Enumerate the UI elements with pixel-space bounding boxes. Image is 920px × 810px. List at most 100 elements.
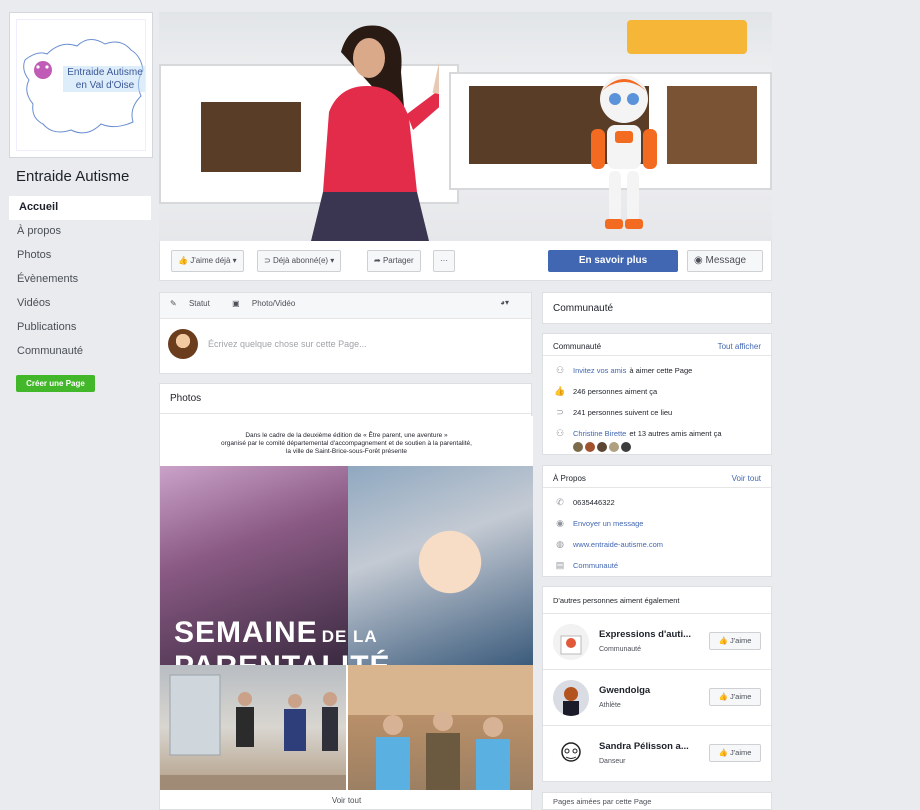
nav-item-accueil[interactable]: Accueil (9, 196, 151, 220)
page-name[interactable]: Entraide Autisme (16, 168, 129, 185)
message-row: ◉ Envoyer un message (543, 513, 771, 534)
profile-picture[interactable]: Entraide Autisme en Val d'Oise (9, 12, 153, 158)
nav-item-communaute[interactable]: Communauté (9, 340, 151, 364)
friend-link[interactable]: Christine Birette (573, 429, 626, 438)
poster-caption: Dans le cadre de la deuxième édition de … (160, 416, 533, 466)
page-avatar[interactable] (553, 680, 589, 716)
share-button[interactable]: ➦ Partager (367, 250, 421, 272)
photo-thumbnail[interactable] (348, 665, 533, 790)
messenger-icon: ◉ (556, 518, 564, 528)
page-name[interactable]: Sandra Pélisson a... (599, 741, 689, 752)
community-title: Communauté (553, 342, 602, 351)
create-page-button[interactable]: Créer une Page (16, 375, 95, 392)
message-button[interactable]: ◉ Message (687, 250, 763, 272)
like-page-button[interactable]: 👍 J'aime (709, 744, 761, 762)
baby-image (415, 526, 485, 606)
page-avatar[interactable] (553, 624, 589, 660)
logo: Entraide Autisme en Val d'Oise (16, 19, 146, 151)
nav-item-videos[interactable]: Vidéos (9, 292, 151, 316)
send-message-link[interactable]: Envoyer un message (573, 519, 643, 528)
people-icon: ⚇ (555, 365, 565, 375)
group-photo-image (160, 674, 346, 790)
thumbs-up-icon: 👍 (718, 692, 730, 701)
follow-button[interactable]: ⊃ Déjà abonné(e) ▾ (257, 250, 342, 272)
learn-more-button[interactable]: En savoir plus (548, 250, 678, 272)
about-title: À Propos (553, 474, 586, 483)
avatar[interactable] (597, 442, 607, 452)
see-all-photos-link[interactable]: Voir tout (160, 796, 533, 805)
followers-row: ⊃ 241 personnes suivent ce lieu (543, 402, 771, 423)
avatar[interactable] (621, 442, 631, 452)
list-item: Gwendolga Athlète 👍 J'aime (543, 670, 771, 726)
category-link[interactable]: Communauté (573, 561, 618, 570)
page-category: Athlète (599, 702, 621, 709)
page-action-bar: 👍 J'aime déjà ▾ ⊃ Déjà abonné(e) ▾ ➦ Par… (159, 241, 772, 281)
post-composer: ✎ Statut ▣ Photo/Vidéo ◕▾ Écrivez quelqu… (159, 292, 532, 374)
tab-photo-video[interactable]: ▣ Photo/Vidéo (232, 299, 305, 308)
website-link[interactable]: www.entraide-autisme.com (573, 540, 663, 549)
share-icon: ➦ (374, 256, 383, 265)
photos-card: Photos Dans le cadre de la deuxième édit… (159, 383, 533, 810)
logo-text: Entraide Autisme en Val d'Oise (63, 66, 145, 92)
like-page-button[interactable]: 👍 J'aime (709, 632, 761, 650)
like-page-button[interactable]: 👍 J'aime (709, 688, 761, 706)
nav-item-a-propos[interactable]: À propos (9, 220, 151, 244)
list-item: Sandra Pélisson a... Danseur 👍 J'aime (543, 726, 771, 782)
tab-status[interactable]: ✎ Statut (170, 299, 220, 308)
about-card: À Propos Voir tout ✆ 0635446322 ◉ Envoye… (542, 465, 772, 577)
phone-row: ✆ 0635446322 (543, 492, 771, 513)
pencil-icon: ✎ (170, 299, 179, 308)
avatar[interactable] (585, 442, 595, 452)
avatar[interactable] (609, 442, 619, 452)
poster-photo[interactable]: Dans le cadre de la deuxième édition de … (160, 416, 533, 665)
photo-thumbnail[interactable] (160, 665, 346, 790)
invite-friends-link[interactable]: Invitez vos amis (573, 366, 626, 375)
poster-title-2: PARENTALITÉ (174, 650, 391, 665)
page-name[interactable]: Expressions d'auti... (599, 629, 691, 640)
category-row: ▤ Communauté (543, 555, 771, 576)
person-image (311, 25, 439, 241)
thumbs-up-icon: 👍 (178, 256, 191, 265)
likes-row: 👍 246 personnes aiment ça (554, 386, 658, 396)
page-nav: Accueil À propos Photos Évènements Vidéo… (9, 196, 151, 364)
nav-item-publications[interactable]: Publications (9, 316, 151, 340)
rss-icon: ⊃ (264, 256, 273, 265)
community-card: Communauté Tout afficher ⚇ Invitez vos a… (542, 333, 772, 455)
thumbs-up-icon: 👍 (718, 748, 730, 757)
avatar (168, 329, 198, 359)
post-as-avatar-icon[interactable]: ◕▾ (500, 298, 509, 307)
photo-icon: ▣ (232, 299, 242, 308)
thumbs-up-icon: 👍 (718, 636, 730, 645)
group-photo-image (348, 665, 533, 790)
composer-input[interactable]: Écrivez quelque chose sur cette Page... (208, 339, 367, 349)
tag-icon: ▤ (555, 560, 565, 570)
cushion (627, 20, 747, 54)
liked-pages-header[interactable]: Pages aimées par cette Page (542, 792, 772, 810)
phone-icon: ✆ (556, 497, 564, 507)
composer-tabs: ✎ Statut ▣ Photo/Vidéo ◕▾ (160, 293, 531, 319)
page-category: Communauté (599, 646, 642, 653)
friends-like-row: ⚇ Christine Birette et 13 autres amis ai… (543, 423, 771, 444)
view-all-community-link[interactable]: Tout afficher (718, 342, 761, 351)
page-name[interactable]: Gwendolga (599, 685, 650, 696)
nav-item-photos[interactable]: Photos (9, 244, 151, 268)
poster-title: SEMAINE DE LA (174, 616, 378, 649)
robot-image (591, 75, 657, 229)
photos-title[interactable]: Photos (160, 384, 531, 414)
like-page-button[interactable]: 👍 J'aime déjà ▾ (171, 250, 244, 272)
cover-photo[interactable] (159, 12, 772, 241)
invite-friends-row: ⚇ Invitez vos amis à aimer cette Page (543, 360, 771, 381)
similar-pages-title: D'autres personnes aiment également (543, 587, 771, 614)
list-item: Expressions d'auti... Communauté 👍 J'aim… (543, 614, 771, 670)
messenger-icon: ◉ (694, 255, 706, 266)
similar-pages-card: D'autres personnes aiment également Expr… (542, 586, 772, 782)
view-all-about-link[interactable]: Voir tout (732, 474, 761, 483)
globe-icon: ◍ (556, 539, 564, 549)
avatar[interactable] (573, 442, 583, 452)
page-avatar[interactable] (553, 736, 589, 772)
rss-icon: ⊃ (556, 407, 564, 417)
more-button[interactable]: ··· (433, 250, 455, 272)
nav-item-evenements[interactable]: Évènements (9, 268, 151, 292)
community-header[interactable]: Communauté (542, 292, 772, 324)
people-icon: ⚇ (555, 428, 565, 438)
